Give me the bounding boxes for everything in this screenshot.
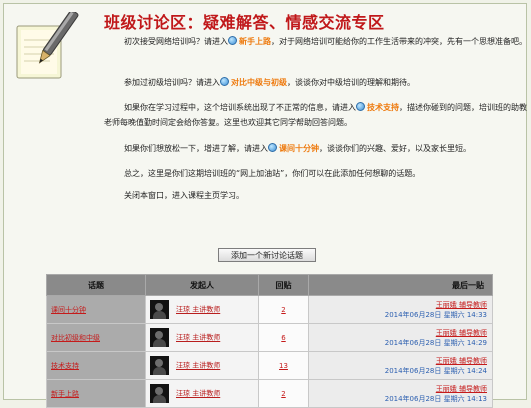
link-break-label: 课间十分钟 (279, 144, 319, 153)
para-text-after: ，对于网络培训可能给你的工作生活带来的冲突，先有一个思想准备吧。 (271, 37, 527, 46)
header-last-post: 最后一贴 (308, 274, 493, 296)
reply-count[interactable]: 2 (281, 390, 285, 398)
reply-count[interactable]: 6 (281, 334, 285, 342)
intro-paragraph-close: 关闭本窗口，进入课程主页学习。 (104, 188, 529, 203)
intro-paragraph-summary: 总之，这里是你们这期培训班的“网上加油站”，你们可以在此添加任何想聊的话题。 (104, 166, 529, 181)
avatar[interactable] (150, 328, 169, 347)
para-text: 初次接受网络培训吗？请进入 (124, 37, 228, 46)
initiator-link[interactable]: 汪琼 主讲教师 (176, 390, 220, 398)
topic-link[interactable]: 新手上路 (51, 390, 79, 398)
globe-icon (220, 77, 229, 86)
link-newbie[interactable]: 新手上路 (228, 36, 271, 46)
topic-link[interactable]: 对比初级和中级 (51, 334, 100, 342)
reply-count[interactable]: 13 (279, 362, 288, 370)
table-row: 新手上路 汪琼 主讲教师 2 王丽娥 辅导教师 2014年06月28日 星期六 1… (46, 379, 493, 408)
reply-count[interactable]: 2 (281, 306, 285, 314)
last-post-date: 2014年06月28日 星期六 14:13 (384, 394, 487, 403)
para-text: 如果你在学习过程中，这个培训系统出现了不正常的信息，请进入 (124, 103, 356, 112)
link-break[interactable]: 课间十分钟 (268, 143, 319, 153)
para-text: 总之，这里是你们这期培训班的“网上加油站”，你们可以在此添加任何想聊的话题。 (124, 169, 421, 178)
avatar[interactable] (150, 356, 169, 375)
last-poster-link[interactable]: 王丽娥 辅导教师 (310, 300, 487, 310)
add-topic-button[interactable]: 添加一个新讨论话题 (218, 248, 316, 262)
para-text: 关闭本窗口，进入课程主页学习。 (124, 191, 244, 200)
avatar[interactable] (150, 300, 169, 319)
notepad-pen-icon (16, 12, 79, 79)
para-text-after: ，谈谈你对中级培训的理解和期待。 (287, 78, 415, 87)
link-support[interactable]: 技术支持 (356, 102, 399, 112)
intro-paragraph-support: 如果你在学习过程中，这个培训系统出现了不正常的信息，请进入 技术支持，描述你碰到的… (104, 100, 529, 130)
last-poster-link[interactable]: 王丽娥 辅导教师 (310, 384, 487, 394)
para-text: 如果你们想放松一下，增进了解，请进入 (124, 144, 268, 153)
link-compare-label: 对比中级与初级 (231, 78, 287, 87)
table-header-row: 话题 发起人 回贴 最后一贴 (46, 274, 493, 296)
initiator-link[interactable]: 汪琼 主讲教师 (176, 334, 220, 342)
main-frame: 班级讨论区：疑难解答、情感交流专区 初次接受网络培训吗？请进入 新手上路，对于网络… (3, 3, 529, 408)
para-text-after: ，谈谈你们的兴趣、爱好，以及家长里短。 (319, 144, 471, 153)
last-post-date: 2014年06月28日 星期六 14:29 (384, 338, 487, 347)
last-poster-link[interactable]: 王丽娥 辅导教师 (310, 356, 487, 366)
topics-table: 话题 发起人 回贴 最后一贴 课间十分钟 汪琼 主讲教师 2 王丽娥 辅导教师 2… (46, 274, 493, 408)
last-post-date: 2014年06月28日 星期六 14:24 (384, 366, 487, 375)
page-title: 班级讨论区：疑难解答、情感交流专区 (104, 13, 385, 32)
topic-link[interactable]: 技术支持 (51, 362, 79, 370)
globe-icon (228, 36, 237, 45)
globe-icon (268, 143, 277, 152)
globe-icon (356, 102, 365, 111)
last-poster-link[interactable]: 王丽娥 辅导教师 (310, 328, 487, 338)
para-text: 参加过初级培训吗？请进入 (124, 78, 220, 87)
table-row: 课间十分钟 汪琼 主讲教师 2 王丽娥 辅导教师 2014年06月28日 星期六 … (46, 295, 493, 324)
initiator-link[interactable]: 汪琼 主讲教师 (176, 362, 220, 370)
intro-paragraph-break: 如果你们想放松一下，增进了解，请进入 课间十分钟，谈谈你们的兴趣、爱好，以及家长里… (104, 141, 529, 156)
topic-link[interactable]: 课间十分钟 (51, 306, 86, 314)
header-topic: 话题 (46, 274, 146, 296)
header-initiator: 发起人 (145, 274, 259, 296)
table-row: 对比初级和中级 汪琼 主讲教师 6 王丽娥 辅导教师 2014年06月28日 星期… (46, 323, 493, 352)
link-support-label: 技术支持 (367, 103, 399, 112)
initiator-link[interactable]: 汪琼 主讲教师 (176, 306, 220, 314)
table-row: 技术支持 汪琼 主讲教师 13 王丽娥 辅导教师 2014年06月28日 星期六 … (46, 351, 493, 380)
link-compare[interactable]: 对比中级与初级 (220, 77, 287, 87)
avatar[interactable] (150, 384, 169, 403)
intro-paragraph-newbie: 初次接受网络培训吗？请进入 新手上路，对于网络培训可能给你的工作生活带来的冲突，先… (104, 34, 529, 49)
header-replies: 回贴 (258, 274, 309, 296)
last-post-date: 2014年06月28日 星期六 14:33 (384, 310, 487, 319)
link-newbie-label: 新手上路 (239, 37, 271, 46)
intro-paragraph-compare: 参加过初级培训吗？请进入 对比中级与初级，谈谈你对中级培训的理解和期待。 (104, 75, 529, 90)
